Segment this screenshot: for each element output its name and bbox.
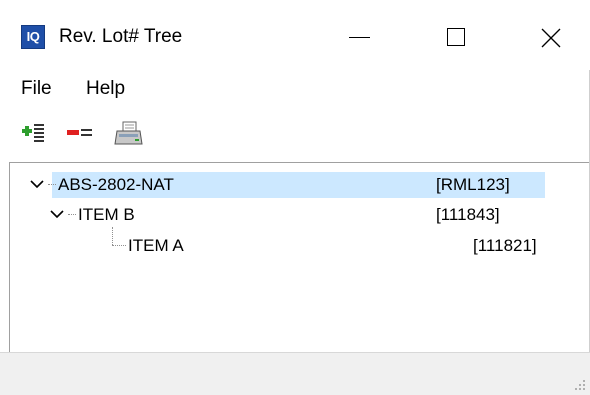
resize-grip-icon[interactable]	[574, 379, 586, 391]
tree-connector	[112, 245, 126, 246]
toolbar	[0, 112, 590, 156]
tree-node-code: [111843]	[436, 205, 500, 224]
tree-node-code: [111821]	[473, 236, 537, 255]
minimize-button[interactable]	[337, 18, 383, 58]
menu-help[interactable]: Help	[86, 77, 125, 101]
tree-connector	[68, 214, 76, 216]
remove-node-icon	[67, 129, 92, 136]
tree-node-label: ABS-2802-NAT	[58, 175, 174, 194]
tree-node-label: ITEM B	[78, 205, 135, 224]
status-bar	[0, 352, 590, 395]
chevron-down-icon[interactable]	[50, 209, 64, 219]
chevron-down-icon[interactable]	[30, 179, 44, 189]
tree-node-code: [RML123]	[436, 175, 510, 194]
add-node-button[interactable]	[20, 120, 50, 148]
tree-connector	[112, 227, 113, 245]
close-button[interactable]	[528, 18, 574, 58]
remove-node-button[interactable]	[66, 120, 96, 148]
window-title: Rev. Lot# Tree	[59, 26, 183, 47]
close-icon	[541, 28, 561, 48]
title-bar[interactable]: IQ Rev. Lot# Tree	[0, 0, 590, 70]
menu-file[interactable]: File	[21, 77, 52, 101]
minimize-icon	[349, 37, 370, 38]
menu-bar: File Help	[0, 70, 590, 106]
app-icon: IQ	[21, 25, 45, 49]
tree-node-root[interactable]: ABS-2802-NAT [RML123]	[10, 172, 588, 198]
tree-view[interactable]: ABS-2802-NAT [RML123] ITEM B [111843] IT…	[9, 162, 589, 352]
tree-node-item-a[interactable]: ITEM A [111821]	[10, 227, 588, 259]
print-icon	[114, 121, 143, 145]
print-button[interactable]	[114, 120, 144, 148]
tree-connector	[48, 184, 56, 186]
tree-node-item-b[interactable]: ITEM B [111843]	[10, 202, 588, 228]
window: IQ Rev. Lot# Tree File Help ABS-2802-NAT…	[0, 0, 590, 395]
add-node-icon	[22, 124, 44, 142]
maximize-button[interactable]	[434, 18, 480, 58]
maximize-icon	[447, 28, 465, 46]
tree-node-label: ITEM A	[128, 236, 184, 255]
